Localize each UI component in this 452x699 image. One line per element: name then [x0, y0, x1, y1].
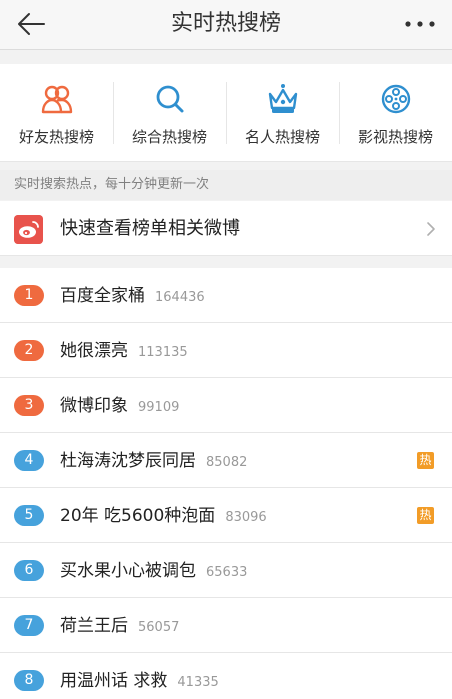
film-reel-icon: [381, 84, 410, 114]
search-count: 56057: [138, 620, 180, 635]
quick-view-label: 快速查看榜单相关微博: [60, 218, 240, 239]
keyword-title: 百度全家桶: [60, 286, 145, 306]
friends-icon: [41, 85, 72, 114]
list-item[interactable]: 8 用温州话 求救 41335: [0, 653, 452, 699]
crown-icon: [268, 84, 297, 113]
search-count: 41335: [177, 675, 219, 690]
search-count: 99109: [138, 400, 180, 415]
rank-badge: 8: [14, 670, 44, 691]
top-bar: 实时热搜榜: [0, 0, 452, 50]
weibo-icon: [14, 215, 43, 244]
category-friends[interactable]: 好友热搜榜: [0, 64, 113, 161]
quick-view-weibo[interactable]: 快速查看榜单相关微博: [0, 201, 452, 256]
page-title: 实时热搜榜: [170, 11, 281, 36]
search-count: 85082: [206, 455, 248, 470]
chevron-right-icon: [427, 222, 435, 236]
keyword-title: 她很漂亮: [60, 341, 128, 361]
rank-badge: 1: [14, 285, 44, 306]
search-icon: [156, 85, 183, 113]
category-celebrity[interactable]: 名人热搜榜: [226, 64, 339, 161]
keyword-title: 荷兰王后: [60, 616, 128, 636]
category-film[interactable]: 影视热搜榜: [339, 64, 452, 161]
keyword-title: 微博印象: [60, 396, 128, 416]
list-item[interactable]: 5 20年 吃5600种泡面 83096 热: [0, 488, 452, 543]
category-label: 好友热搜榜: [18, 128, 94, 146]
list-item[interactable]: 7 荷兰王后 56057: [0, 598, 452, 653]
search-count: 164436: [155, 290, 205, 305]
search-count: 65633: [206, 565, 248, 580]
keyword-title: 买水果小心被调包: [60, 561, 196, 581]
hot-badge: 热: [417, 452, 434, 469]
list-item[interactable]: 6 买水果小心被调包 65633: [0, 543, 452, 598]
keyword-title: 杜海涛沈梦辰同居: [60, 451, 196, 471]
search-count: 83096: [225, 510, 267, 525]
list-item[interactable]: 3 微博印象 99109: [0, 378, 452, 433]
category-tabs: 好友热搜榜 综合热搜榜 名人热搜榜 影视热搜榜: [0, 64, 452, 162]
hot-search-list: 1 百度全家桶 164436 2 她很漂亮 113135 3 微博印象 99109 4…: [0, 268, 452, 699]
rank-badge: 5: [14, 505, 44, 526]
rank-badge: 4: [14, 450, 44, 471]
category-label: 影视热搜榜: [357, 128, 433, 146]
rank-badge: 2: [14, 340, 44, 361]
more-dots-icon[interactable]: [402, 8, 438, 40]
update-notice: 实时搜索热点，每十分钟更新一次: [0, 170, 452, 200]
list-item[interactable]: 1 百度全家桶 164436: [0, 268, 452, 323]
list-item[interactable]: 4 杜海涛沈梦辰同居 85082 热: [0, 433, 452, 488]
rank-badge: 7: [14, 615, 44, 636]
rank-badge: 6: [14, 560, 44, 581]
rank-badge: 3: [14, 395, 44, 416]
list-item[interactable]: 2 她很漂亮 113135: [0, 323, 452, 378]
hot-badge: 热: [417, 507, 434, 524]
keyword-title: 20年 吃5600种泡面: [60, 506, 216, 526]
category-label: 名人热搜榜: [244, 128, 320, 146]
category-label: 综合热搜榜: [131, 128, 207, 146]
keyword-title: 用温州话 求救: [60, 671, 168, 691]
category-general[interactable]: 综合热搜榜: [113, 64, 226, 161]
search-count: 113135: [138, 345, 188, 360]
